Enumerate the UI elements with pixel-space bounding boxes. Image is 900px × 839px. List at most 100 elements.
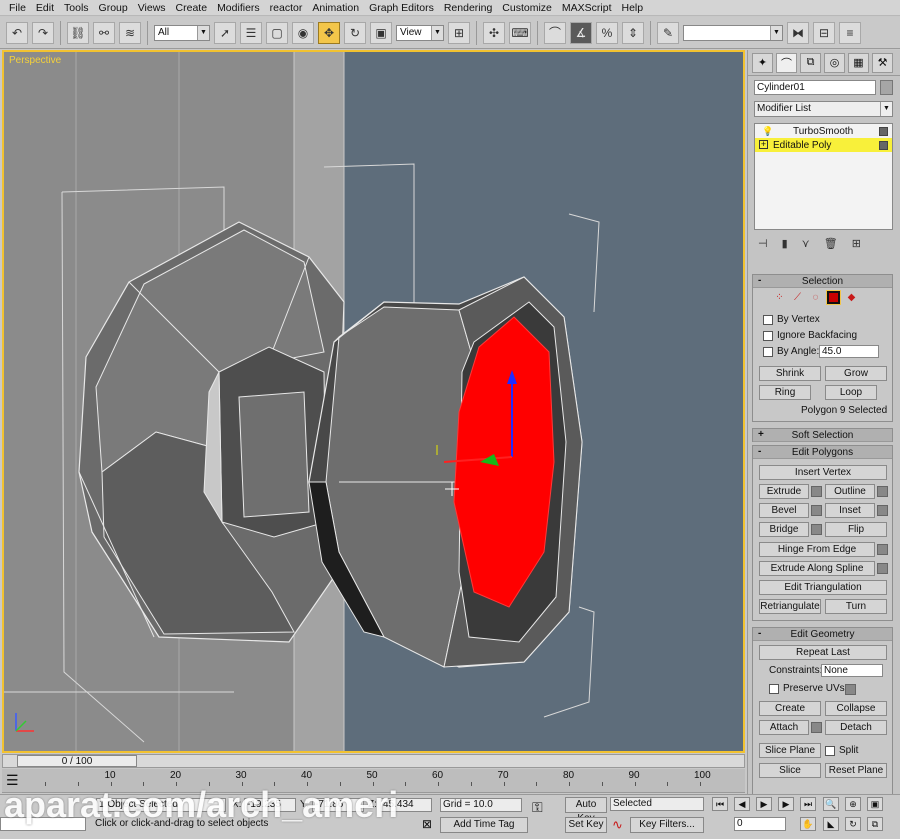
perspective-viewport[interactable]: Perspective: [2, 50, 745, 753]
menu-rendering[interactable]: Rendering: [439, 2, 497, 14]
select-and-move-icon[interactable]: ✥: [318, 21, 340, 44]
extrude-along-spline-button[interactable]: Extrude Along Spline: [759, 561, 875, 576]
menu-tools[interactable]: Tools: [59, 2, 94, 14]
polygon-icon[interactable]: [826, 290, 841, 305]
menu-file[interactable]: File: [4, 2, 31, 14]
edge-icon[interactable]: ⟋: [791, 291, 804, 304]
show-end-result-icon[interactable]: ▮: [782, 237, 788, 250]
mirror-icon[interactable]: ⧓: [787, 21, 809, 44]
repeat-last-button[interactable]: Repeat Last: [759, 645, 887, 660]
outline-button[interactable]: Outline: [825, 484, 875, 499]
ignore-backfacing-checkbox[interactable]: [763, 331, 773, 341]
time-slider-thumb[interactable]: 0 / 100: [17, 755, 137, 767]
bridge-settings-icon[interactable]: [811, 524, 822, 535]
hinge-settings-icon[interactable]: [877, 544, 888, 555]
viewport-label[interactable]: Perspective: [9, 55, 61, 66]
hierarchy-tab-icon[interactable]: ⧉: [800, 52, 821, 73]
reset-plane-button[interactable]: Reset Plane: [825, 763, 887, 778]
select-object-icon[interactable]: ➚: [214, 21, 236, 44]
remove-modifier-icon[interactable]: 🗑: [824, 237, 838, 250]
bevel-settings-icon[interactable]: [811, 505, 822, 516]
detach-button[interactable]: Detach: [825, 720, 887, 735]
maxscript-listener-field[interactable]: [0, 817, 86, 831]
named-selection-dropdown[interactable]: ▼: [683, 24, 783, 41]
menu-reactor[interactable]: reactor: [265, 2, 308, 14]
undo-icon[interactable]: ↶: [6, 21, 28, 44]
lock-icon[interactable]: ⚿: [532, 799, 543, 816]
go-to-end-icon[interactable]: ⏭: [800, 797, 816, 811]
angle-snap-icon[interactable]: ∡: [570, 21, 592, 44]
vertex-icon[interactable]: ⁘: [773, 291, 786, 304]
insert-vertex-button[interactable]: Insert Vertex: [759, 465, 887, 480]
maximize-viewport-icon[interactable]: ⧉: [867, 817, 883, 831]
inset-button[interactable]: Inset: [825, 503, 875, 518]
object-name-field[interactable]: Cylinder01: [754, 80, 876, 95]
object-color-swatch[interactable]: [880, 80, 893, 95]
spinner-snap-icon[interactable]: ⇕: [622, 21, 644, 44]
bridge-button[interactable]: Bridge: [759, 522, 809, 537]
menu-maxscript[interactable]: MAXScript: [557, 2, 617, 14]
percent-snap-icon[interactable]: %: [596, 21, 618, 44]
x-coordinate-field[interactable]: -19.235: [244, 798, 296, 812]
time-slider[interactable]: 0 / 100: [2, 754, 745, 768]
pan-icon[interactable]: ✋: [800, 817, 816, 831]
motion-tab-icon[interactable]: ◎: [824, 52, 845, 73]
create-tab-icon[interactable]: ✦: [752, 52, 773, 73]
link-icon[interactable]: ⛓: [67, 21, 89, 44]
menu-views[interactable]: Views: [133, 2, 171, 14]
menu-create[interactable]: Create: [171, 2, 213, 14]
display-tab-icon[interactable]: ▦: [848, 52, 869, 73]
zoom-all-icon[interactable]: ⊕: [845, 797, 861, 811]
preserve-uvs-checkbox[interactable]: [769, 684, 779, 694]
window-crossing-icon[interactable]: ◉: [292, 21, 314, 44]
key-filters-button[interactable]: Key Filters...: [630, 817, 704, 833]
hinge-from-edge-button[interactable]: Hinge From Edge: [759, 542, 875, 557]
edit-named-selection-icon[interactable]: ✎: [657, 21, 679, 44]
plus-icon[interactable]: +: [759, 140, 768, 149]
extrude-settings-icon[interactable]: [811, 486, 822, 497]
edit-geometry-rollout-header[interactable]: - Edit Geometry: [753, 628, 892, 641]
selection-filter-dropdown[interactable]: All ▼: [154, 24, 210, 41]
constraints-dropdown[interactable]: None: [821, 664, 883, 677]
key-mode-dropdown[interactable]: Selected: [610, 797, 704, 811]
bulb-icon[interactable]: 💡: [762, 126, 773, 137]
inset-settings-icon[interactable]: [877, 505, 888, 516]
extrude-button[interactable]: Extrude: [759, 484, 809, 499]
menu-animation[interactable]: Animation: [307, 2, 364, 14]
split-checkbox[interactable]: [825, 746, 835, 756]
by-angle-checkbox[interactable]: [763, 347, 773, 357]
redo-icon[interactable]: ↷: [32, 21, 54, 44]
border-icon[interactable]: ◌: [809, 291, 822, 304]
menu-group[interactable]: Group: [94, 2, 133, 14]
make-unique-icon[interactable]: ⋎: [802, 237, 810, 250]
mini-curve-editor-icon[interactable]: ☰: [6, 772, 19, 789]
next-frame-icon[interactable]: ▶: [778, 797, 794, 811]
pivot-center-icon[interactable]: ⊞: [448, 21, 470, 44]
create-button[interactable]: Create: [759, 701, 821, 716]
by-vertex-checkbox[interactable]: [763, 315, 773, 325]
layer-manager-icon[interactable]: ≡: [839, 21, 861, 44]
grow-button[interactable]: Grow: [825, 366, 887, 381]
select-and-scale-icon[interactable]: ▣: [370, 21, 392, 44]
orbit-icon[interactable]: ↻: [845, 817, 861, 831]
attach-button[interactable]: Attach: [759, 720, 809, 735]
select-by-name-icon[interactable]: ☰: [240, 21, 262, 44]
slice-button[interactable]: Slice: [759, 763, 821, 778]
utilities-tab-icon[interactable]: ⚒: [872, 52, 893, 73]
configure-sets-icon[interactable]: ⊞: [852, 237, 861, 250]
extrude-spline-settings-icon[interactable]: [877, 563, 888, 574]
z-coordinate-field[interactable]: 45.434: [380, 798, 432, 812]
reference-coordinate-dropdown[interactable]: View ▼: [396, 24, 444, 41]
current-frame-field[interactable]: 0: [734, 817, 786, 831]
selection-rollout-header[interactable]: - Selection: [753, 275, 892, 288]
bind-space-warp-icon[interactable]: ≋: [119, 21, 141, 44]
previous-frame-icon[interactable]: ◀: [734, 797, 750, 811]
y-coordinate-field[interactable]: -71.86: [312, 798, 364, 812]
attach-settings-icon[interactable]: [811, 722, 822, 733]
soft-selection-rollout-header[interactable]: + Soft Selection: [753, 429, 892, 442]
menu-help[interactable]: Help: [617, 2, 649, 14]
field-of-view-icon[interactable]: ◣: [823, 817, 839, 831]
edit-polygons-rollout-header[interactable]: - Edit Polygons: [753, 446, 892, 459]
loop-button[interactable]: Loop: [825, 385, 877, 400]
align-icon[interactable]: ⊟: [813, 21, 835, 44]
